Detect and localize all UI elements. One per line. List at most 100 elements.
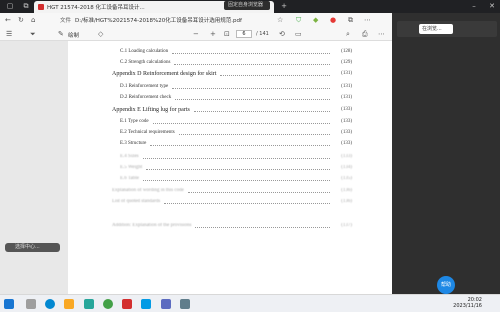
toc-leader (164, 203, 330, 204)
pdf-icon (38, 4, 44, 10)
toc-entry-page: (133) (341, 130, 352, 135)
edge-icon[interactable] (45, 299, 55, 309)
toc-leader (178, 134, 330, 135)
address-input[interactable]: D:/标准/HGT%2021574-2018%20化工设备吊耳设计选用规范.pd… (75, 16, 242, 24)
back-icon[interactable]: ← (5, 16, 11, 24)
toc-leader (146, 169, 330, 170)
rotate-icon[interactable]: ⟲ (279, 30, 285, 38)
search-taskbar-icon[interactable] (26, 299, 36, 309)
toc-entry[interactable]: Explanation of wording in this code (136) (68, 188, 400, 195)
app2-icon[interactable] (141, 299, 151, 309)
toc-entry[interactable]: E.3 Structure (133) (68, 141, 400, 148)
page-number-input[interactable]: 6 (236, 30, 252, 38)
toc-entry-page: (128) (341, 49, 352, 54)
toc-entry-page: (131) (341, 71, 352, 76)
system-clock[interactable]: 20:02 2023/11/16 (453, 297, 482, 309)
toc-entry[interactable]: E.1 Type code (133) (68, 119, 400, 126)
toc-entry-title: Addition: Explanation of the provisions (112, 223, 192, 228)
toc-entry[interactable]: C.2 Strength calculations (129) (68, 60, 400, 67)
toc-leader (193, 111, 330, 112)
collections-icon[interactable]: ⧉ (348, 16, 353, 24)
right-panel: 在浏览... (392, 13, 500, 294)
pdf-viewer[interactable]: C.1 Loading calculation (128) C.2 Strength… (0, 41, 400, 294)
eraser-icon[interactable]: ◇ (98, 30, 103, 38)
window-icon[interactable]: ▢ (6, 2, 14, 10)
toc-leader (142, 158, 330, 159)
extension-icon[interactable]: ◆ (313, 16, 318, 24)
refresh-icon[interactable]: ↻ (18, 16, 24, 24)
star-icon[interactable]: ☆ (277, 16, 283, 24)
toc-entry[interactable]: Appendix D Reinforcement design for skir… (68, 71, 400, 78)
toc-entry-title: E.1 Type code (120, 119, 149, 124)
draw-label[interactable]: 绘制 (68, 31, 79, 39)
toc-entry[interactable]: C.1 Loading calculation (128) (68, 49, 400, 56)
toc-entry-page: (133) (341, 107, 352, 112)
toc-entry-title: D.1 Reinforcement type (120, 84, 169, 89)
app3-icon[interactable] (161, 299, 171, 309)
tab-actions-icon[interactable]: ⧉ (22, 2, 30, 10)
address-bar: ← ↻ ⌂ 文件 D:/标准/HGT%2021574-2018%20化工设备吊耳… (0, 13, 392, 27)
more-icon[interactable]: ⋯ (378, 30, 385, 38)
pdf-page: C.1 Loading calculation (128) C.2 Strength… (68, 41, 400, 294)
explorer-icon[interactable] (64, 299, 74, 309)
toc-leader (150, 145, 330, 146)
toc-entry-page: (137) (341, 223, 352, 228)
extension2-icon[interactable]: ● (330, 16, 336, 24)
help-button[interactable]: 帮助 (437, 276, 455, 294)
toc-entry[interactable]: E.6 Table (135) (68, 176, 400, 183)
toc-entry[interactable]: D.2 Reinforcement check (131) (68, 95, 400, 102)
close-window-icon[interactable]: ✕ (488, 2, 496, 10)
contents-icon[interactable]: ☰ (6, 30, 12, 38)
notification-toast[interactable]: 选择中心... (5, 243, 60, 252)
toc-entry[interactable]: E.4 Sizes (133) (68, 154, 400, 161)
minimize-icon[interactable]: – (470, 2, 478, 10)
app4-icon[interactable] (180, 299, 190, 309)
app-icon[interactable] (84, 299, 94, 309)
start-icon[interactable] (4, 299, 14, 309)
toc-entry[interactable]: List of quoted standards (136) (68, 199, 400, 206)
panel-button[interactable]: 在浏览... (419, 24, 453, 34)
wechat-icon[interactable] (103, 299, 113, 309)
toc-entry-title: D.2 Reinforcement check (120, 95, 172, 100)
zoom-in-icon[interactable]: + (210, 30, 216, 38)
view-icon[interactable]: ▭ (295, 30, 302, 38)
toc-entry[interactable]: E.2 Technical requirements (133) (68, 130, 400, 137)
zoom-out-icon[interactable]: − (193, 30, 199, 38)
toc-entry-page: (133) (341, 154, 352, 159)
toc-entry-title: Explanation of wording in this code (112, 188, 184, 193)
filter-icon[interactable]: ⏷ (30, 30, 36, 38)
new-tab-icon[interactable]: + (280, 2, 288, 10)
page-total: / 141 (256, 31, 269, 37)
toc-entry[interactable]: Addition: Explanation of the provisions (… (68, 223, 400, 230)
toc-entry[interactable]: D.1 Reinforcement type (131) (68, 84, 400, 91)
toc-entry-title: E.2 Technical requirements (120, 130, 175, 135)
toc-entry[interactable]: E.5 Weight (134) (68, 165, 400, 172)
toc-entry-title: Appendix D Reinforcement design for skir… (112, 71, 217, 77)
draw-icon[interactable]: ✎ (58, 30, 64, 38)
toc-entry-page: (136) (341, 188, 352, 193)
toc-entry[interactable]: Appendix E Lifting lug for parts (133) (68, 107, 400, 114)
fit-page-icon[interactable]: ⊡ (224, 30, 230, 38)
shield-icon[interactable]: ⛉ (296, 16, 301, 24)
toc-entry-title: C.2 Strength calculations (120, 60, 171, 65)
toc-entry-title: E.5 Weight (120, 165, 143, 170)
toc-leader (172, 88, 330, 89)
file-label: 文件 (60, 18, 72, 24)
clock-date: 2023/11/16 (453, 303, 482, 309)
toc-leader (220, 75, 330, 76)
toc-leader (187, 192, 330, 193)
toc-entry-page: (134) (341, 165, 352, 170)
print-icon[interactable]: ⎙ (362, 30, 368, 38)
menu-icon[interactable]: ⋯ (364, 16, 371, 24)
toc-entry-title: List of quoted standards (112, 199, 161, 204)
panel-header: 在浏览... (397, 21, 497, 37)
toc-leader (152, 123, 330, 124)
toc-leader (174, 64, 330, 65)
home-icon[interactable]: ⌂ (31, 16, 35, 24)
search-icon[interactable]: ⌕ (346, 30, 350, 38)
toc-entry-page: (129) (341, 60, 352, 65)
toc-entry-page: (135) (341, 176, 352, 181)
browser-tab-bar: ▢ ⧉ HGT 21574-2018 化工设备吊耳设计... ✕ + 固定自身浏… (0, 0, 500, 13)
acrobat-icon[interactable] (122, 299, 132, 309)
extension-badge[interactable]: 固定自身浏览器 (224, 1, 270, 10)
